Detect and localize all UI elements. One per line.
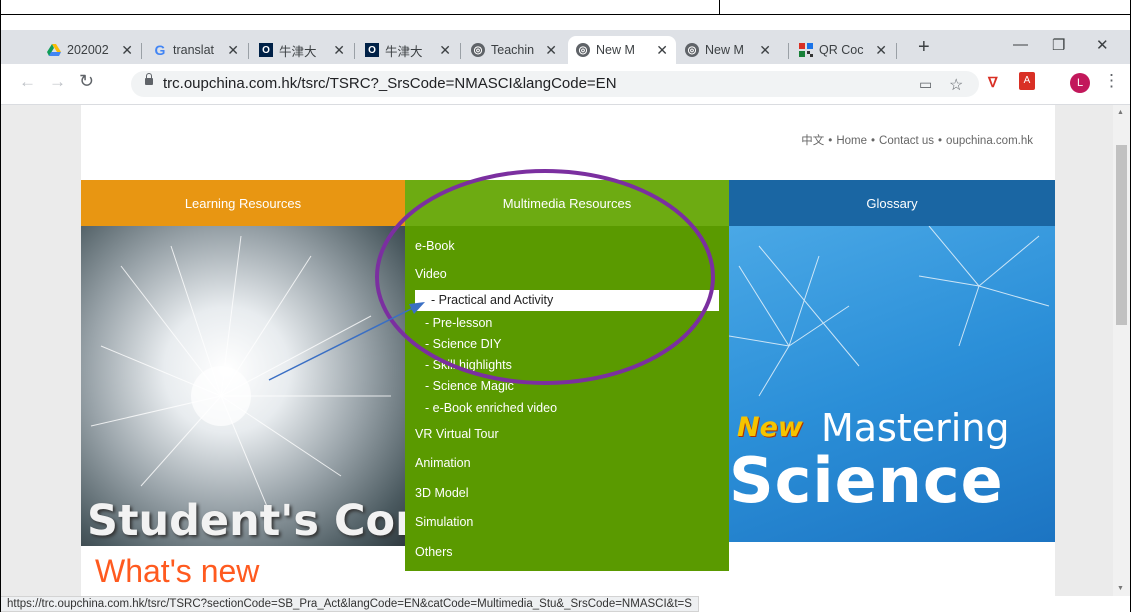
address-url[interactable]: trc.oupchina.com.hk/tsrc/TSRC?_SrsCode=N… (163, 75, 617, 92)
tab-new-mastering-active[interactable]: ◎ New M ✕ (568, 36, 676, 64)
tab-oxford-2[interactable]: O 牛津大 ✕ (357, 36, 459, 64)
link-status-bar: https://trc.oupchina.com.hk/tsrc/TSRC?se… (1, 596, 699, 612)
tab-title: New M (705, 43, 744, 57)
forward-arrow-icon[interactable]: → (49, 72, 66, 92)
window-close-icon[interactable]: ✕ (1096, 36, 1109, 54)
close-icon[interactable]: ✕ (875, 42, 887, 59)
tab-google-drive[interactable]: 202002 ✕ (39, 36, 141, 64)
oxford-icon: O (259, 43, 273, 57)
browser-toolbar: ← → ↻ trc.oupchina.com.hk/tsrc/TSRC?_Srs… (1, 64, 1130, 105)
restore-icon[interactable]: ❐ (1052, 36, 1065, 54)
page-viewport: 中文 • Home • Contact us • oupchina.com.hk Learn… (1, 105, 1113, 596)
tab-title: New M (596, 43, 635, 57)
document-frame-top (0, 0, 1131, 15)
close-icon[interactable]: ✕ (121, 42, 133, 59)
tab-title: 牛津大 (385, 44, 423, 59)
page-scrollbar[interactable]: ▲ ▼ (1113, 105, 1130, 596)
tab-title: QR Coc (819, 43, 864, 57)
menu-kebab-icon[interactable]: ⋮ (1103, 71, 1120, 91)
address-bar[interactable]: trc.oupchina.com.hk/tsrc/TSRC?_SrsCode=N… (131, 71, 979, 97)
lock-icon (145, 73, 153, 85)
bookmark-star-icon[interactable]: ☆ (949, 75, 963, 95)
back-arrow-icon[interactable]: ← (19, 72, 36, 92)
close-icon[interactable]: ✕ (227, 42, 239, 59)
tab-google-translate[interactable]: G translat ✕ (145, 36, 247, 64)
tab-title: translat (173, 43, 214, 57)
close-icon[interactable]: ✕ (439, 42, 451, 59)
tab-teaching[interactable]: ◎ Teachin ✕ (463, 36, 565, 64)
close-icon[interactable]: ✕ (333, 42, 345, 59)
close-icon[interactable]: ✕ (759, 42, 771, 59)
scroll-up-icon[interactable]: ▲ (1117, 109, 1124, 116)
tab-title: 202002 (67, 43, 109, 57)
profile-avatar[interactable]: L (1070, 73, 1090, 93)
tab-qr-code[interactable]: QR Coc ✕ (791, 36, 895, 64)
annotation-ellipse (375, 169, 715, 385)
scroll-thumb[interactable] (1116, 145, 1127, 325)
close-icon[interactable]: ✕ (545, 42, 557, 59)
tab-oxford-1[interactable]: O 牛津大 ✕ (251, 36, 353, 64)
cast-icon[interactable]: ▭ (919, 76, 932, 93)
scroll-down-icon[interactable]: ▼ (1117, 585, 1124, 592)
google-icon: G (154, 42, 166, 58)
pdf-extension-icon[interactable]: A (1019, 72, 1035, 90)
globe-icon: ◎ (471, 43, 485, 57)
globe-icon: ◎ (576, 43, 590, 57)
annotation-overlay (268, 169, 715, 385)
qr-code-icon (799, 43, 813, 57)
tab-new-mastering-2[interactable]: ◎ New M ✕ (677, 36, 779, 64)
tab-bar: 202002 ✕ G translat ✕ O 牛津大 ✕ O 牛津大 ✕ ◎ … (1, 30, 1130, 64)
new-tab-plus-icon[interactable]: + (918, 36, 930, 59)
tab-title: Teachin (491, 43, 535, 57)
tab-title: 牛津大 (279, 44, 317, 59)
minimize-icon[interactable]: — (1013, 36, 1028, 53)
google-drive-icon (47, 43, 61, 57)
globe-icon: ◎ (685, 43, 699, 57)
close-icon[interactable]: ✕ (656, 42, 668, 59)
pocket-extension-icon[interactable]: ᐁ (988, 74, 998, 91)
oxford-icon: O (365, 43, 379, 57)
annotation-arrow-line (268, 307, 414, 381)
annotation-arrowhead (409, 302, 425, 314)
reload-icon[interactable]: ↻ (79, 71, 94, 92)
